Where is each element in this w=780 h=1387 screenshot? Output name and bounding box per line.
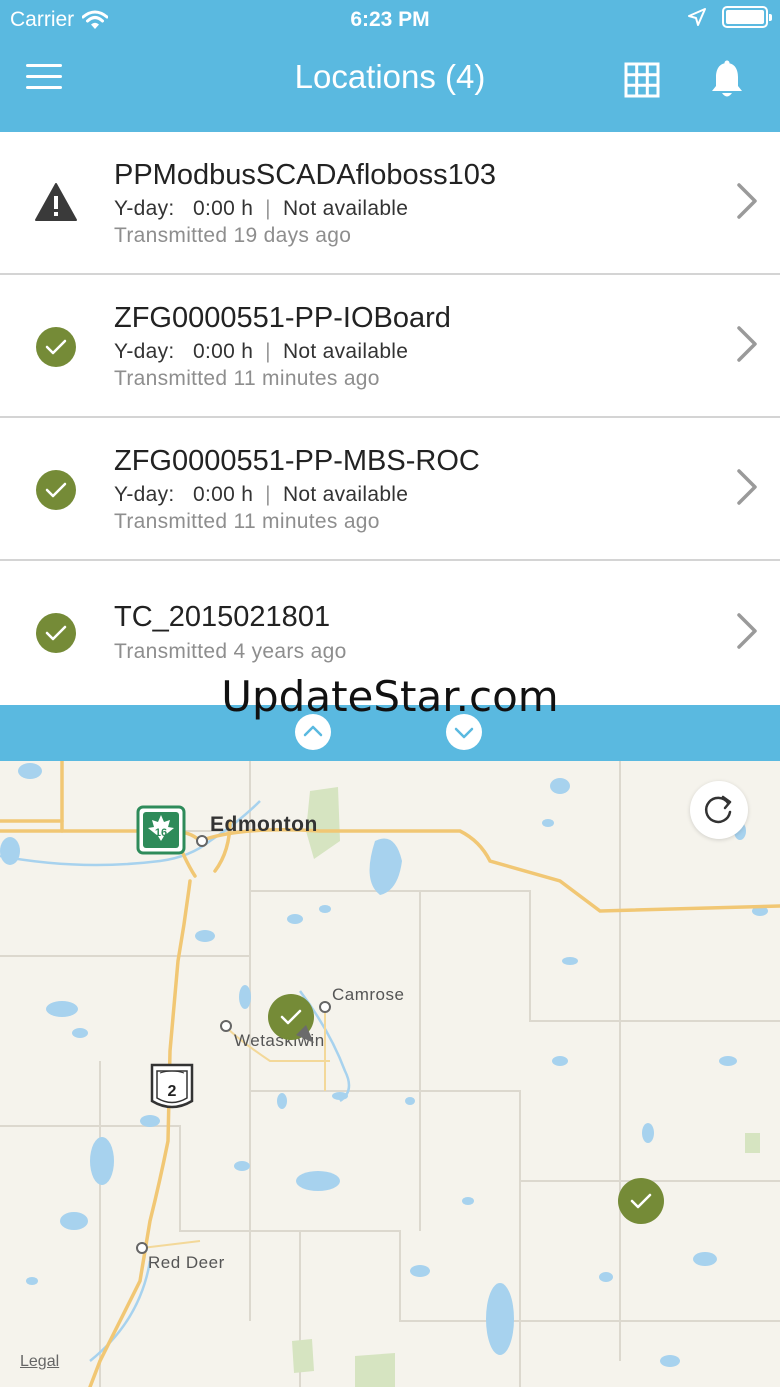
bell-icon[interactable]: [708, 60, 746, 100]
availability: Not available: [282, 483, 409, 506]
refresh-button[interactable]: [690, 781, 748, 839]
highway-16-shield: 16: [136, 805, 186, 855]
location-name: ZFG0000551-PP-MBS-ROC: [114, 445, 480, 477]
highway-16-number: 16: [155, 827, 167, 839]
app-header: Carrier 6:23 PM Locations (4): [0, 0, 780, 132]
check-circle-icon: [36, 613, 76, 653]
marker-pointer: [296, 1025, 314, 1043]
transmitted-text: Transmitted 11 minutes ago: [114, 367, 380, 390]
check-circle-icon: [36, 470, 76, 510]
status-bar: Carrier 6:23 PM: [0, 0, 780, 40]
location-name: TC_2015021801: [114, 601, 331, 633]
yday-label: Y-day:: [114, 197, 175, 220]
watermark: UpdateStar.com: [221, 672, 559, 721]
availability: Not available: [282, 197, 409, 220]
chevron-right-icon: [737, 613, 757, 649]
location-list: PPModbusSCADAfloboss103 Y-day: 0:00 h | No…: [0, 132, 780, 701]
city-label-camrose: Camrose: [332, 985, 405, 1004]
refresh-icon: [704, 795, 732, 824]
yday-value: 0:00 h: [192, 197, 254, 220]
location-meta: Y-day: 0:00 h | Not available: [114, 340, 409, 363]
location-arrow-icon: [688, 8, 706, 26]
yday-label: Y-day:: [114, 340, 175, 363]
city-label-edmonton: Edmonton: [210, 813, 318, 836]
nav-bar: Locations (4): [0, 40, 780, 132]
map-marker[interactable]: [618, 1178, 664, 1224]
location-name: ZFG0000551-PP-IOBoard: [114, 302, 451, 334]
transmitted-text: Transmitted 4 years ago: [114, 640, 347, 663]
location-meta: Y-day: 0:00 h | Not available: [114, 483, 409, 506]
check-circle-icon: [36, 327, 76, 367]
availability: Not available: [282, 340, 409, 363]
city-label-red-deer: Red Deer: [148, 1253, 225, 1272]
legal-link[interactable]: Legal: [20, 1353, 59, 1371]
status-time: 6:23 PM: [350, 8, 430, 31]
highway-2-shield: 2: [150, 1063, 194, 1109]
map-view[interactable]: 16 2 Edmonton Camrose Wetaskiwin Red Dee…: [0, 761, 780, 1387]
chevron-right-icon: [737, 469, 757, 505]
list-item[interactable]: ZFG0000551-PP-IOBoard Y-day: 0:00 h | Not …: [0, 275, 780, 418]
status-right: [688, 6, 772, 28]
yday-value: 0:00 h: [192, 483, 254, 506]
list-item[interactable]: ZFG0000551-PP-MBS-ROC Y-day: 0:00 h | Not …: [0, 418, 780, 561]
chevron-right-icon: [737, 183, 757, 219]
location-meta: Y-day: 0:00 h | Not available: [114, 197, 409, 220]
location-name: PPModbusSCADAfloboss103: [114, 159, 497, 191]
yday-label: Y-day:: [114, 483, 175, 506]
list-item[interactable]: PPModbusSCADAfloboss103 Y-day: 0:00 h | No…: [0, 132, 780, 275]
transmitted-text: Transmitted 19 days ago: [114, 224, 352, 247]
map-background: 16 2: [0, 761, 780, 1387]
yday-value: 0:00 h: [192, 340, 254, 363]
chevron-right-icon: [737, 326, 757, 362]
transmitted-text: Transmitted 11 minutes ago: [114, 510, 380, 533]
warning-icon: [35, 183, 77, 221]
grid-icon[interactable]: [624, 62, 660, 98]
page-title: Locations (4): [294, 58, 486, 95]
check-icon: [630, 1193, 652, 1209]
highway-2-number: 2: [168, 1083, 177, 1100]
battery-icon: [722, 6, 772, 28]
